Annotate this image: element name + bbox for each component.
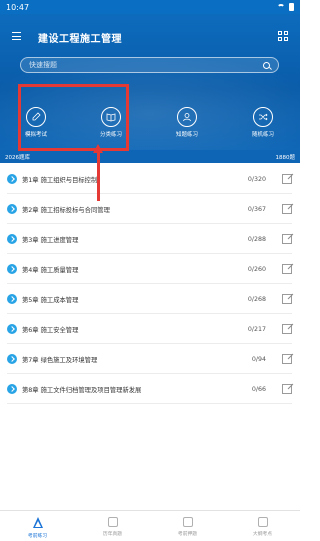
shuffle-icon [253, 107, 273, 127]
practice-icon [32, 517, 44, 529]
chevron-right-icon [7, 384, 17, 394]
person-icon [177, 107, 197, 127]
edit-icon[interactable] [282, 324, 292, 334]
chapter-row[interactable]: 第6章 施工安全管理 0/217 [0, 314, 300, 344]
chapter-progress: 0/288 [247, 235, 266, 243]
chapter-progress: 0/66 [251, 385, 266, 393]
chapter-row[interactable]: 第5章 施工成本管理 0/268 [0, 284, 300, 314]
chevron-right-icon [7, 354, 17, 364]
chapter-label: 第2章 施工招标投标与合同管理 [22, 206, 110, 214]
nav-predicted-questions[interactable]: 考前押题 [150, 511, 225, 541]
feature-category-practice[interactable]: 分类练习 [91, 107, 131, 138]
chapter-row[interactable]: 第7章 绿色施工及环境管理 0/94 [0, 344, 300, 374]
divider [7, 403, 292, 404]
feature-knowledge-practice[interactable]: 知题练习 [167, 107, 207, 138]
feature-mock-exam[interactable]: 模拟考试 [16, 107, 56, 138]
search-bar[interactable] [20, 57, 279, 73]
chapter-progress: 0/367 [247, 205, 266, 213]
page-title: 建设工程施工管理 [38, 34, 122, 45]
chevron-right-icon [7, 234, 17, 244]
chapter-label: 第1章 施工组织与目标控制 [22, 176, 98, 184]
chapter-list: 第1章 施工组织与目标控制 0/320 第2章 施工招标投标与合同管理 0/36… [0, 164, 300, 404]
nav-label: 考前押题 [177, 532, 198, 537]
chapter-label: 第3章 施工进度管理 [22, 236, 79, 244]
nav-label: 大纲考点 [252, 532, 273, 537]
feature-label: 随机练习 [251, 132, 274, 138]
chapter-row[interactable]: 第1章 施工组织与目标控制 0/320 [0, 164, 300, 194]
chapter-progress: 0/260 [247, 265, 266, 273]
question-count-bar: 2026题库 1880题 [0, 150, 300, 163]
chapter-progress: 0/217 [247, 325, 266, 333]
wifi-icon [277, 4, 285, 10]
grid-icon[interactable] [278, 31, 288, 41]
edit-icon[interactable] [282, 174, 292, 184]
bank-year: 2026题库 [5, 154, 30, 161]
syllabus-icon [257, 517, 268, 527]
search-icon[interactable] [263, 61, 270, 69]
edit-icon[interactable] [282, 384, 292, 394]
chevron-right-icon [7, 294, 17, 304]
status-time: 10:47 [6, 2, 30, 12]
chapter-label: 第5章 施工成本管理 [22, 296, 79, 304]
chapter-row[interactable]: 第4章 施工质量管理 0/260 [0, 254, 300, 284]
chevron-right-icon [7, 174, 17, 184]
feature-random-practice[interactable]: 随机练习 [243, 107, 283, 138]
nav-label: 考前练习 [27, 534, 48, 539]
nav-label: 历年真题 [102, 532, 123, 537]
feature-label: 模拟考试 [24, 132, 47, 138]
chapter-label: 第8章 施工文件归档管理及项目管理新发展 [22, 386, 142, 394]
chevron-right-icon [7, 264, 17, 274]
search-input[interactable] [29, 61, 263, 69]
document-icon [107, 517, 118, 527]
book-icon [101, 107, 121, 127]
edit-icon[interactable] [282, 294, 292, 304]
chapter-progress: 0/320 [247, 175, 266, 183]
edit-icon[interactable] [282, 234, 292, 244]
chapter-progress: 0/268 [247, 295, 266, 303]
status-bar: 10:47 [0, 0, 300, 14]
calendar-icon [182, 517, 193, 527]
chevron-right-icon [7, 324, 17, 334]
feature-label: 知题练习 [175, 132, 198, 138]
chevron-right-icon [7, 204, 17, 214]
edit-icon[interactable] [282, 204, 292, 214]
nav-syllabus[interactable]: 大纲考点 [225, 511, 300, 541]
edit-icon[interactable] [282, 354, 292, 364]
menu-icon[interactable] [12, 32, 21, 40]
chapter-label: 第6章 施工安全管理 [22, 326, 79, 334]
chapter-row[interactable]: 第2章 施工招标投标与合同管理 0/367 [0, 194, 300, 224]
chapter-label: 第4章 施工质量管理 [22, 266, 79, 274]
pencil-icon [26, 107, 46, 127]
chapter-row[interactable]: 第8章 施工文件归档管理及项目管理新发展 0/66 [0, 374, 300, 404]
nav-past-exams[interactable]: 历年真题 [75, 511, 150, 541]
edit-icon[interactable] [282, 264, 292, 274]
total-count: 1880题 [275, 154, 296, 161]
status-icons [277, 3, 294, 11]
nav-practice[interactable]: 考前练习 [0, 511, 75, 541]
chapter-row[interactable]: 第3章 施工进度管理 0/288 [0, 224, 300, 254]
annotation-arrow-line [97, 148, 100, 201]
feature-label: 分类练习 [99, 132, 122, 138]
chapter-progress: 0/94 [251, 355, 266, 363]
bottom-nav: 考前练习 历年真题 考前押题 大纲考点 [0, 510, 300, 541]
battery-icon [289, 3, 294, 11]
chapter-label: 第7章 绿色施工及环境管理 [22, 356, 98, 364]
